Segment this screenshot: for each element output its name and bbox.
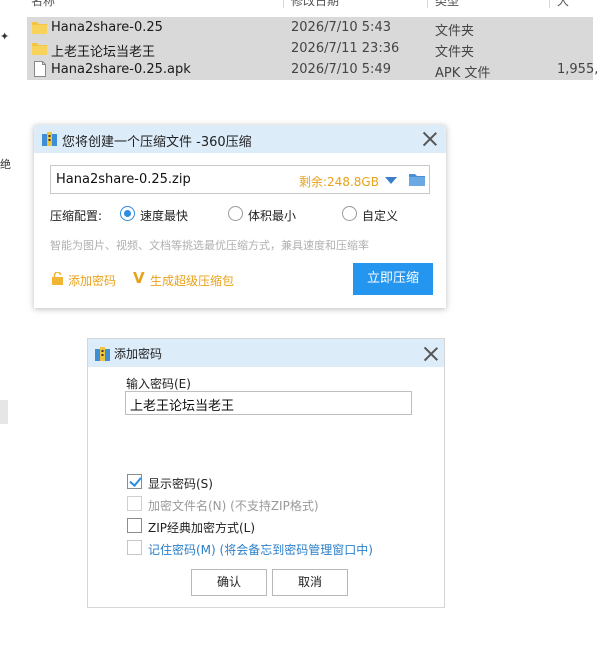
file-row[interactable]: Hana2share-0.25.apk 2026/7/10 5:49 APK 文…	[27, 59, 598, 81]
folder-icon	[32, 22, 47, 34]
radio-label-custom: 自定义	[362, 209, 399, 223]
zip-classic-encryption-checkbox[interactable]	[127, 518, 142, 533]
password-dialog-title: 添加密码	[114, 347, 163, 361]
file-date: 2026/7/10 5:43	[291, 20, 391, 35]
file-name: Hana2share-0.25	[51, 20, 163, 35]
radio-speed-fastest[interactable]	[120, 206, 135, 221]
screen: ✦ 绝 名称 修改日期 类型 大 Hana2share-0.25 2026/7/…	[0, 0, 612, 668]
column-header-type[interactable]: 类型	[435, 0, 459, 9]
radio-custom[interactable]	[342, 206, 357, 221]
file-row[interactable]: Hana2share-0.25 2026/7/10 5:43 文件夹	[27, 17, 593, 39]
close-icon[interactable]	[423, 132, 437, 146]
radio-label-size-smallest: 体积最小	[248, 209, 297, 223]
file-date: 2026/7/11 23:36	[291, 41, 400, 56]
file-type: 文件夹	[435, 24, 475, 39]
lock-icon	[52, 272, 63, 285]
password-input[interactable]: 上老王论坛当老王	[125, 391, 412, 415]
free-space-label: 剩余:248.8GB	[299, 175, 379, 189]
column-header-date[interactable]: 修改日期	[291, 0, 339, 9]
compress-config-label: 压缩配置:	[50, 209, 103, 223]
archive-app-icon	[95, 347, 110, 361]
file-name: 上老王论坛当老王	[51, 45, 156, 60]
nav-pane-text: 绝	[0, 158, 11, 171]
file-icon	[34, 61, 46, 77]
file-type: APK 文件	[435, 66, 491, 81]
remember-password-checkbox[interactable]	[127, 540, 142, 555]
compress-dialog-titlebar[interactable]: 您将创建一个压缩文件 -360压缩	[34, 125, 446, 153]
folder-icon	[32, 43, 47, 55]
add-password-link[interactable]: 添加密码	[68, 272, 116, 289]
encrypt-filenames-checkbox	[127, 496, 142, 511]
column-header-name[interactable]: 名称	[31, 0, 55, 9]
archive-path-value: Hana2share-0.25.zip	[56, 172, 191, 187]
password-dialog-titlebar[interactable]: 添加密码	[88, 339, 444, 367]
file-list-header: 名称 修改日期 类型 大	[27, 0, 612, 8]
compress-hint-text: 智能为图片、视频、文档等挑选最优压缩方式，兼具速度和压缩率	[50, 239, 369, 252]
zip-classic-encryption-label: ZIP经典加密方式(L)	[148, 521, 256, 535]
file-date: 2026/7/10 5:49	[291, 62, 391, 77]
remember-password-label: 记住密码(M) (将会备忘到密码管理窗口中)	[148, 543, 373, 557]
nav-scrollbar[interactable]	[0, 400, 8, 424]
compress-dialog: 您将创建一个压缩文件 -360压缩 Hana2share-0.25.zip 剩余…	[34, 125, 446, 308]
radio-size-smallest[interactable]	[228, 206, 243, 221]
file-type: 文件夹	[435, 45, 475, 60]
file-size: 1,955,	[557, 62, 599, 77]
encrypt-filenames-label: 加密文件名(N) (不支持ZIP格式)	[148, 499, 319, 513]
file-name: Hana2share-0.25.apk	[51, 62, 191, 77]
browse-folder-icon[interactable]	[409, 173, 425, 186]
navigation-pane-edge: ✦ 绝	[0, 0, 12, 668]
radio-label-speed-fastest: 速度最快	[140, 209, 189, 223]
column-header-size[interactable]: 大	[557, 0, 569, 9]
cancel-button[interactable]: 取消	[272, 569, 348, 596]
chevron-down-icon[interactable]	[385, 177, 397, 184]
password-dialog: 添加密码 输入密码(E) 上老王论坛当老王 显示密码(S) 加密文件名(N) (…	[87, 338, 445, 608]
v-badge-icon: V	[133, 269, 145, 287]
show-password-label: 显示密码(S)	[148, 477, 213, 491]
close-icon[interactable]	[424, 347, 438, 361]
password-input-label: 输入密码(E)	[126, 377, 191, 391]
super-package-link[interactable]: 生成超级压缩包	[150, 272, 234, 289]
file-row[interactable]: 上老王论坛当老王 2026/7/11 23:36 文件夹	[27, 38, 593, 60]
archive-app-icon	[42, 132, 57, 146]
show-password-checkbox[interactable]	[127, 474, 142, 489]
pin-icon: ✦	[0, 30, 10, 43]
compress-dialog-title: 您将创建一个压缩文件 -360压缩	[62, 135, 252, 150]
archive-path-field[interactable]: Hana2share-0.25.zip 剩余:248.8GB	[50, 165, 430, 194]
compress-now-button[interactable]: 立即压缩	[353, 263, 433, 295]
ok-button[interactable]: 确认	[191, 569, 267, 596]
